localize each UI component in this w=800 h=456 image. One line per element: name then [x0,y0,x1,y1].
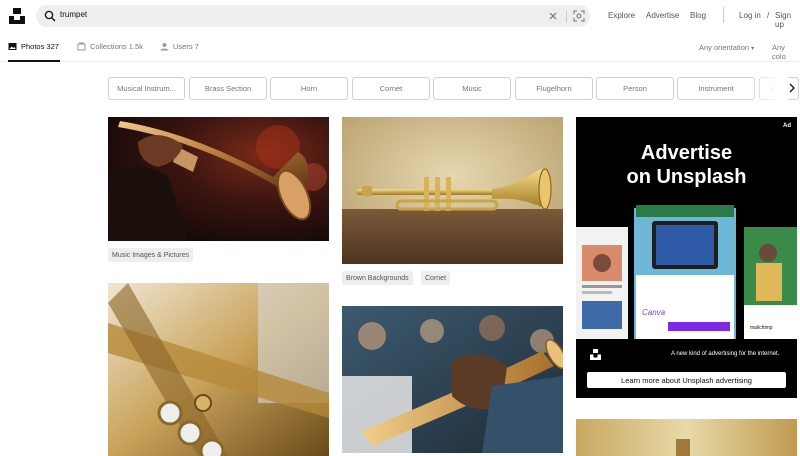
photo-icon [8,43,17,50]
related-chip-flugelhorn[interactable]: Flugelhorn [515,77,593,100]
ad-tagline: A new kind of advertising for the intern… [671,351,780,357]
search-icon[interactable] [44,10,56,22]
photo-trumpet-player-image [108,117,329,241]
collections-icon [77,42,86,51]
login-link[interactable]: Log in [739,11,761,20]
nav-slash: / [767,11,770,20]
top-bar: trumpet Explore Advertise Blog Log in / … [0,0,800,33]
nav-explore-link[interactable]: Explore [608,11,635,20]
photo-partial[interactable] [576,419,797,456]
color-filter[interactable]: Any colo [772,43,800,61]
unsplash-ad-logo-icon [590,349,601,360]
related-chip-instrument[interactable]: Instrument [677,77,755,100]
related-chip-brass-section[interactable]: Brass Section [189,77,267,100]
ad-learn-more-button[interactable]: Learn more about Unsplash advertising [587,372,786,388]
search-bar[interactable]: trumpet [36,5,590,27]
orientation-filter[interactable]: Any orientation ▾ [699,43,754,52]
search-input[interactable]: trumpet [60,10,87,19]
photo-partial-image [576,419,797,456]
nav-advertise-link[interactable]: Advertise [646,11,679,20]
search-tabs: Photos 327 Collections 1.5k Users 7 Any … [0,33,800,62]
chips-fade [752,75,788,102]
photo-trumpet-on-table-image [342,117,563,264]
signup-link[interactable]: Sign up [775,11,800,29]
photo-tag[interactable]: Cornet [421,271,451,285]
clear-search-icon[interactable] [548,11,558,21]
related-chip-music[interactable]: Music [433,77,511,100]
tab-collections-label: Collections 1.5k [90,42,143,51]
tab-users-label: Users 7 [173,42,199,51]
tab-photos[interactable]: Photos 327 [8,42,60,62]
photo-orchestra-trumpet[interactable] [342,306,563,453]
visual-search-icon[interactable] [573,10,585,22]
photo-trumpet-valves-image [108,283,329,456]
tab-collections[interactable]: Collections 1.5k [77,42,143,62]
photo-trumpet-valves[interactable] [108,283,329,456]
nav-blog-link[interactable]: Blog [690,11,706,20]
ad-label: Ad [783,123,791,129]
orientation-filter-label: Any orientation [699,43,750,52]
tab-photos-label: Photos 327 [21,42,59,51]
unsplash-logo-icon[interactable] [9,8,25,24]
ad-title-line1: Advertise [640,142,733,164]
ad-mockup-illustration: Canva mailchimp [576,205,797,339]
ad-mock-mailchimp: mailchimp [750,325,773,331]
related-chip-musical-instrument[interactable]: Musical Instrum... [108,77,185,100]
nav-divider [723,7,724,23]
photo-trumpet-on-table[interactable] [342,117,563,264]
users-icon [160,43,169,51]
tab-users[interactable]: Users 7 [160,42,199,62]
related-chip-horn[interactable]: Horn [270,77,348,100]
photo-orchestra-trumpet-image [342,306,563,453]
chevron-down-icon: ▾ [751,46,755,52]
ad-mock-canva: Canva [642,308,666,317]
photo-tag[interactable]: Brown Backgrounds [342,271,413,285]
related-chip-person[interactable]: Person [596,77,674,100]
related-chip-cornet[interactable]: Cornet [352,77,430,100]
chevron-right-icon[interactable] [788,83,796,93]
photo-trumpet-player[interactable] [108,117,329,241]
ad-title-line2: on Unsplash [626,166,747,188]
unsplash-ad[interactable]: Ad Advertise on Unsplash Canva mailchimp… [576,117,797,398]
photo-tag[interactable]: Music Images & Pictures [108,248,194,262]
search-divider [566,11,567,22]
